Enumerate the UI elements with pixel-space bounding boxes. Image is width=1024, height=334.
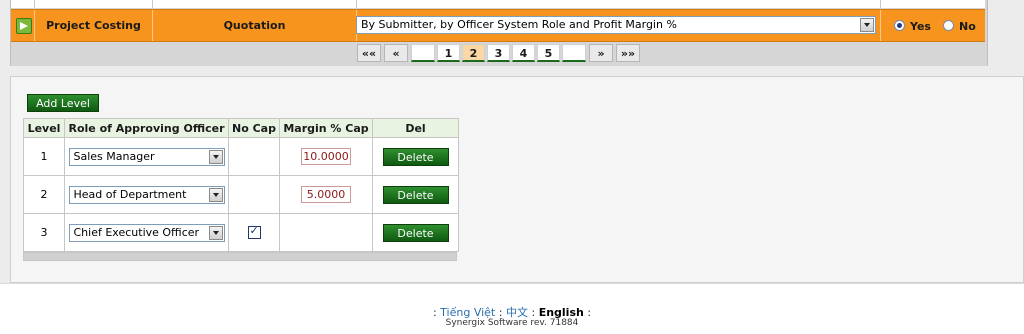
role-value: Head of Department xyxy=(73,187,187,201)
no-radio[interactable] xyxy=(943,20,954,31)
first-page-button[interactable]: «« xyxy=(357,44,381,62)
page-5-link[interactable]: 5 xyxy=(537,44,560,62)
previous-row-strip xyxy=(11,0,985,8)
chevron-down-icon[interactable] xyxy=(208,149,223,164)
margin-cell xyxy=(279,213,373,252)
yes-radio[interactable] xyxy=(894,20,905,31)
margin-input[interactable]: 10.0000 xyxy=(301,148,351,165)
margin-cell: 10.0000 xyxy=(279,137,373,176)
yes-label: Yes xyxy=(910,20,931,33)
del-cell: Delete xyxy=(372,213,459,252)
table-row: 1 Sales Manager 10.0000 Delete xyxy=(23,137,459,176)
del-cell: Delete xyxy=(372,175,459,214)
page-3-link[interactable]: 3 xyxy=(487,44,510,62)
header-margin-cap: Margin % Cap xyxy=(279,118,373,138)
header-no-cap: No Cap xyxy=(228,118,280,138)
no-cap-cell xyxy=(228,213,280,252)
table-footer-bar xyxy=(23,252,457,261)
role-cell: Chief Executive Officer xyxy=(64,213,229,252)
header-level: Level xyxy=(23,118,65,138)
header-role: Role of Approving Officer xyxy=(64,118,229,138)
role-select[interactable]: Head of Department xyxy=(68,185,225,204)
del-cell: Delete xyxy=(372,137,459,176)
no-label: No xyxy=(959,20,976,33)
arrow-right-icon xyxy=(16,18,32,34)
page-spacer xyxy=(562,44,586,62)
page-2-current[interactable]: 2 xyxy=(462,44,485,62)
level-cell: 3 xyxy=(23,213,65,252)
delete-button[interactable]: Delete xyxy=(382,223,449,242)
chevron-down-icon[interactable] xyxy=(208,225,223,240)
selected-approval-row[interactable]: Project Costing Quotation By Submitter, … xyxy=(11,9,985,42)
level-cell: 1 xyxy=(23,137,65,176)
no-cap-checkbox[interactable] xyxy=(247,224,261,240)
role-select[interactable]: Chief Executive Officer xyxy=(68,223,225,242)
header-del: Del xyxy=(372,118,459,138)
approval-mode-value: By Submitter, by Officer System Role and… xyxy=(361,18,677,31)
chevron-down-icon[interactable] xyxy=(208,187,223,202)
role-cell: Sales Manager xyxy=(64,137,229,176)
margin-cell: 5.0000 xyxy=(279,175,373,214)
no-cap-cell xyxy=(228,137,280,176)
add-level-button[interactable]: Add Level xyxy=(27,94,99,112)
page-1-link[interactable]: 1 xyxy=(437,44,460,62)
next-page-button[interactable]: » xyxy=(589,44,613,62)
margin-input[interactable]: 5.0000 xyxy=(301,186,351,203)
role-value: Sales Manager xyxy=(73,149,155,163)
delete-button[interactable]: Delete xyxy=(382,147,449,166)
page-spacer xyxy=(411,44,435,62)
page-footer: : Tiếng Việt : 中文 : English : Synergix S… xyxy=(0,283,1024,334)
software-revision: Synergix Software rev. 71884 xyxy=(445,318,579,328)
table-row: 2 Head of Department 5.0000 Delete xyxy=(23,175,459,214)
document-cell: Quotation xyxy=(223,19,286,32)
last-page-button[interactable]: »» xyxy=(616,44,640,62)
level-cell: 2 xyxy=(23,175,65,214)
page-4-link[interactable]: 4 xyxy=(512,44,535,62)
no-cap-cell xyxy=(228,175,280,214)
role-cell: Head of Department xyxy=(64,175,229,214)
delete-button[interactable]: Delete xyxy=(382,185,449,204)
approval-levels-table: Level Role of Approving Officer No Cap M… xyxy=(23,118,459,252)
role-select[interactable]: Sales Manager xyxy=(68,147,225,166)
module-cell: Project Costing xyxy=(46,19,141,32)
approval-mode-select[interactable]: By Submitter, by Officer System Role and… xyxy=(356,16,876,34)
role-value: Chief Executive Officer xyxy=(73,225,200,239)
prev-page-button[interactable]: « xyxy=(384,44,408,62)
table-row: 3 Chief Executive Officer Delete xyxy=(23,213,459,252)
chevron-down-icon[interactable] xyxy=(860,18,874,32)
